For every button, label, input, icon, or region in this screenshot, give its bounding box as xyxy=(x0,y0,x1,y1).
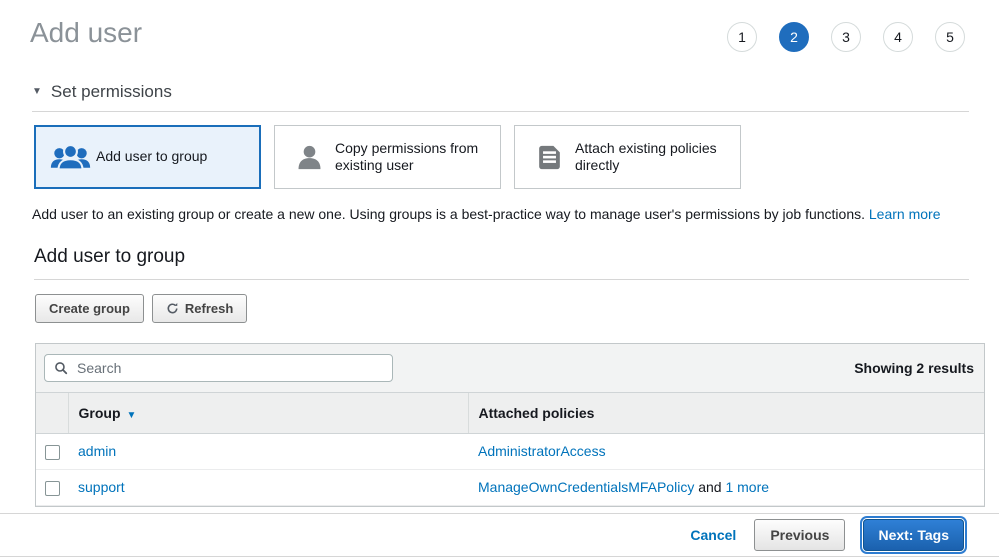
next-tags-button[interactable]: Next: Tags xyxy=(863,519,964,551)
set-permissions-heading: Set permissions xyxy=(51,82,172,102)
column-header-policies: Attached policies xyxy=(468,393,984,434)
step-4: 4 xyxy=(883,22,913,52)
previous-button[interactable]: Previous xyxy=(754,519,845,551)
step-5: 5 xyxy=(935,22,965,52)
document-icon xyxy=(523,142,575,173)
refresh-label: Refresh xyxy=(185,301,233,316)
table-row: admin AdministratorAccess xyxy=(36,434,984,470)
groups-table: Showing 2 results Group▼ Attached polici… xyxy=(35,343,985,507)
wizard-footer: Cancel Previous Next: Tags xyxy=(0,513,999,557)
step-1: 1 xyxy=(727,22,757,52)
policy-link[interactable]: ManageOwnCredentialsMFAPolicy xyxy=(478,479,694,495)
description-text: Add user to an existing group or create … xyxy=(32,206,865,222)
card-attach-policies[interactable]: Attach existing policies directly xyxy=(514,125,741,189)
refresh-button[interactable]: Refresh xyxy=(152,294,247,323)
sort-desc-icon: ▼ xyxy=(127,410,137,421)
search-icon xyxy=(54,361,68,375)
cancel-link[interactable]: Cancel xyxy=(690,527,736,543)
column-header-group[interactable]: Group▼ xyxy=(68,393,468,434)
collapse-arrow-icon: ▼ xyxy=(32,87,42,97)
refresh-icon xyxy=(166,302,179,315)
page-header: Add user 1 2 3 4 5 xyxy=(0,0,999,52)
learn-more-link[interactable]: Learn more xyxy=(869,206,941,222)
and-text: and xyxy=(694,479,725,495)
policy-link[interactable]: AdministratorAccess xyxy=(478,443,606,459)
more-policies-link[interactable]: 1 more xyxy=(725,479,769,495)
user-icon xyxy=(283,142,335,173)
card-copy-permissions[interactable]: Copy permissions from existing user xyxy=(274,125,501,189)
row-checkbox-admin[interactable] xyxy=(45,445,60,460)
create-group-button[interactable]: Create group xyxy=(35,294,144,323)
card-add-user-to-group[interactable]: Add user to group xyxy=(34,125,261,189)
permission-option-cards: Add user to group Copy permissions from … xyxy=(34,125,969,189)
group-link[interactable]: support xyxy=(78,479,125,495)
card-label: Add user to group xyxy=(96,148,207,166)
step-3: 3 xyxy=(831,22,861,52)
card-label: Attach existing policies directly xyxy=(575,140,730,175)
card-label: Copy permissions from existing user xyxy=(335,140,490,175)
permissions-description: Add user to an existing group or create … xyxy=(32,206,969,222)
results-count: Showing 2 results xyxy=(854,360,974,376)
table-header-row: Group▼ Attached policies xyxy=(36,393,984,434)
wizard-steps: 1 2 3 4 5 xyxy=(727,16,965,52)
select-all-header xyxy=(36,393,68,434)
step-2-active: 2 xyxy=(779,22,809,52)
group-section-heading: Add user to group xyxy=(34,246,969,280)
group-link[interactable]: admin xyxy=(78,443,116,459)
group-actions: Create group Refresh xyxy=(35,294,969,323)
search-box[interactable] xyxy=(44,354,393,382)
table-toolbar: Showing 2 results xyxy=(36,344,984,392)
table-row: support ManageOwnCredentialsMFAPolicy an… xyxy=(36,469,984,505)
users-group-icon xyxy=(44,142,96,173)
page-title: Add user xyxy=(30,16,142,50)
set-permissions-toggle[interactable]: ▼ Set permissions xyxy=(32,82,969,112)
search-input[interactable] xyxy=(75,359,383,377)
row-checkbox-support[interactable] xyxy=(45,481,60,496)
